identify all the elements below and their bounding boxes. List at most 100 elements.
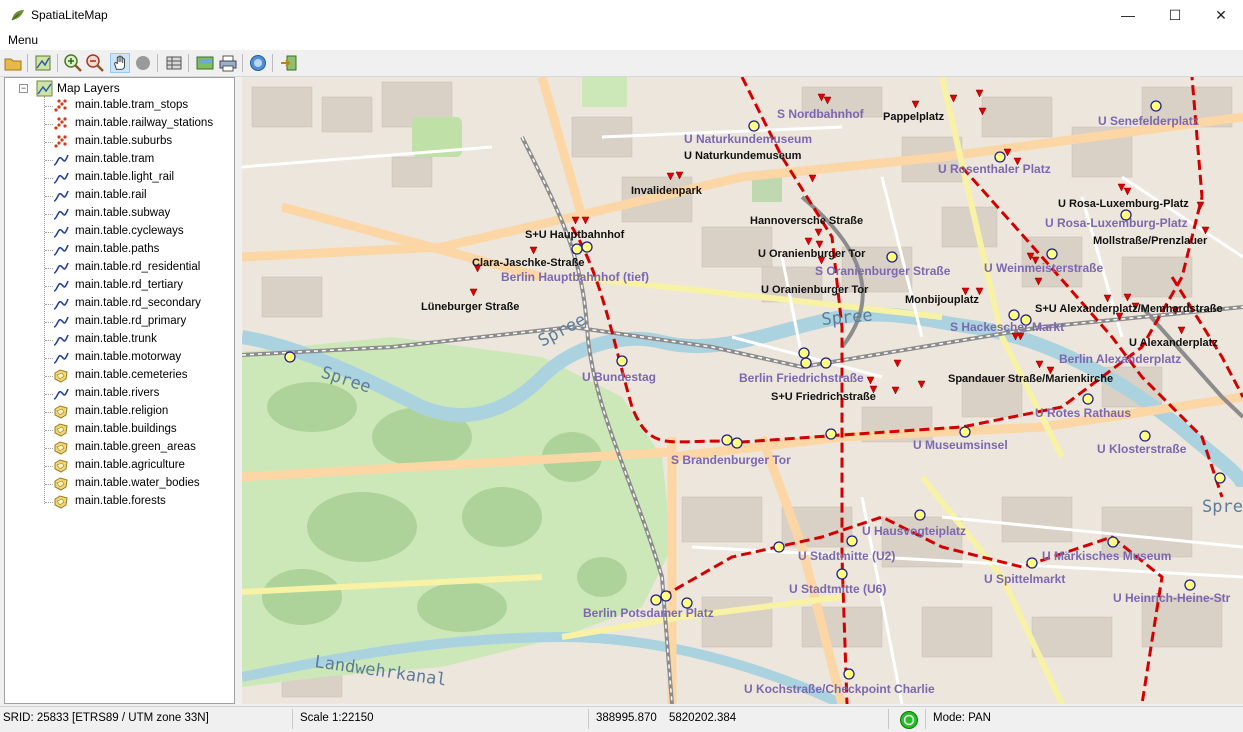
close-button[interactable]: ✕ <box>1198 0 1243 30</box>
layer-item[interactable]: main.table.light_rail <box>53 169 233 187</box>
station-label: Berlin Potsdamer Platz <box>583 606 714 620</box>
layer-item[interactable]: main.table.railway_stations <box>53 115 233 133</box>
station-label: S Brandenburger Tor <box>671 453 791 467</box>
layer-label: main.table.railway_stations <box>75 117 214 129</box>
toolbar-separator <box>27 54 28 72</box>
stop-label: Spandauer Straße/Marienkirche <box>948 373 1113 385</box>
layer-item[interactable]: main.table.paths <box>53 241 233 259</box>
menu-item[interactable]: Menu <box>8 33 38 47</box>
toolbar-separator <box>157 54 158 72</box>
layer-item[interactable]: main.table.forests <box>53 493 233 511</box>
stop-label: S+U Alexanderplatz/Memhardstraße <box>1035 303 1223 315</box>
zoom-out-icon[interactable] <box>85 53 105 73</box>
stop-label: Pappelplatz <box>883 111 945 123</box>
print-icon[interactable] <box>218 53 238 73</box>
layer-label: main.table.rd_primary <box>75 315 187 327</box>
zoom-in-icon[interactable] <box>63 53 83 73</box>
station-label: U Rotes Rathaus <box>1035 406 1131 420</box>
toolbar-separator <box>188 54 189 72</box>
coord-y: 5820202.384 <box>669 712 737 724</box>
toolbar <box>0 50 1243 77</box>
stop-icon[interactable] <box>133 53 153 73</box>
layer-item[interactable]: main.table.rd_residential <box>53 259 233 277</box>
layer-label: main.table.light_rail <box>75 171 175 183</box>
open-icon[interactable] <box>3 53 23 73</box>
station-label: Berlin Hauptbahnhof (tief) <box>501 270 649 284</box>
line-layer-icon <box>53 262 69 274</box>
layer-item[interactable]: main.table.rail <box>53 187 233 205</box>
layer-item[interactable]: main.table.rivers <box>53 385 233 403</box>
tree-connector <box>45 178 53 179</box>
layer-item[interactable]: main.table.rd_primary <box>53 313 233 331</box>
station-label: U Klosterstraße <box>1097 442 1187 456</box>
layer-item[interactable]: main.table.trunk <box>53 331 233 349</box>
layer-item[interactable]: main.table.cemeteries <box>53 367 233 385</box>
minimize-button[interactable]: — <box>1105 0 1151 30</box>
line-layer-icon <box>53 244 69 256</box>
tree-connector <box>45 232 53 233</box>
stop-label: Clara-Jaschke-Straße <box>472 257 585 269</box>
tree-connector <box>45 484 53 485</box>
layer-item[interactable]: main.table.tram_stops <box>53 97 233 115</box>
layer-properties-icon[interactable] <box>33 53 53 73</box>
table-icon[interactable] <box>164 53 184 73</box>
layer-label: main.table.tram_stops <box>75 99 189 111</box>
layer-label: main.table.water_bodies <box>75 477 200 489</box>
layer-item[interactable]: main.table.suburbs <box>53 133 233 151</box>
polygon-layer-icon <box>54 441 68 455</box>
maximize-button[interactable]: ☐ <box>1152 0 1198 30</box>
stop-label: S+U Hauptbahnhof <box>525 229 625 241</box>
line-layer-icon <box>53 334 69 346</box>
tree-connector <box>45 412 53 413</box>
layer-item[interactable]: main.table.rd_tertiary <box>53 277 233 295</box>
layer-item[interactable]: main.table.tram <box>53 151 233 169</box>
layer-label: main.table.rd_secondary <box>75 297 201 309</box>
status-separator <box>292 709 293 729</box>
layer-label: main.table.trunk <box>75 333 157 345</box>
layer-item[interactable]: main.table.religion <box>53 403 233 421</box>
mode-text: Mode: PAN <box>933 712 991 724</box>
polygon-layer-icon <box>54 495 68 509</box>
station-label: U Kochstraße/Checkpoint Charlie <box>744 682 935 696</box>
stop-label: U Alexanderplatz <box>1129 337 1218 349</box>
station-label: U Heinrich-Heine-Str <box>1113 591 1231 605</box>
status-separator <box>888 709 889 729</box>
layer-label: main.table.motorway <box>75 351 182 363</box>
station-label: Berlin Friedrichstraße <box>739 371 864 385</box>
status-ok-icon <box>900 711 918 729</box>
layer-item[interactable]: main.table.cycleways <box>53 223 233 241</box>
tree-connector <box>45 286 53 287</box>
map-canvas[interactable]: Spree Spree Spree Spree Landwehrkanal S … <box>242 77 1243 704</box>
layer-label: main.table.tram <box>75 153 155 165</box>
title-bar: SpatiaLiteMap — ☐ ✕ <box>0 0 1243 30</box>
help-icon[interactable] <box>248 53 268 73</box>
point-layer-icon <box>54 117 67 130</box>
tree-connector <box>45 214 53 215</box>
map-svg[interactable]: Spree Spree Spree Spree Landwehrkanal S … <box>242 77 1243 704</box>
line-layer-icon <box>53 154 69 166</box>
layer-item[interactable]: main.table.green_areas <box>53 439 233 457</box>
export-image-icon[interactable] <box>195 53 215 73</box>
layer-label: main.table.agriculture <box>75 459 185 471</box>
exit-icon[interactable] <box>279 53 299 73</box>
tree-connector <box>45 124 53 125</box>
collapse-icon[interactable]: − <box>19 84 28 93</box>
layer-item[interactable]: main.table.rd_secondary <box>53 295 233 313</box>
layer-item[interactable]: main.table.subway <box>53 205 233 223</box>
stop-label: Invalidenpark <box>631 185 703 197</box>
layer-item[interactable]: main.table.buildings <box>53 421 233 439</box>
station-label: U Museumsinsel <box>913 438 1008 452</box>
tree-connector <box>45 466 53 467</box>
station-label: U Stadtmitte (U6) <box>789 582 886 596</box>
pan-hand-icon[interactable] <box>110 53 130 73</box>
layer-item[interactable]: main.table.water_bodies <box>53 475 233 493</box>
line-layer-icon <box>53 388 69 400</box>
layer-item[interactable]: main.table.agriculture <box>53 457 233 475</box>
stop-label: U Oranienburger Tor <box>761 284 869 296</box>
line-layer-icon <box>53 172 69 184</box>
toolbar-separator <box>272 54 273 72</box>
layer-item[interactable]: main.table.motorway <box>53 349 233 367</box>
status-bar: SRID: 25833 [ETRS89 / UTM zone 33N] Scal… <box>0 706 1243 732</box>
stop-label: U Oranienburger Tor <box>758 248 866 260</box>
polygon-layer-icon <box>54 405 68 419</box>
